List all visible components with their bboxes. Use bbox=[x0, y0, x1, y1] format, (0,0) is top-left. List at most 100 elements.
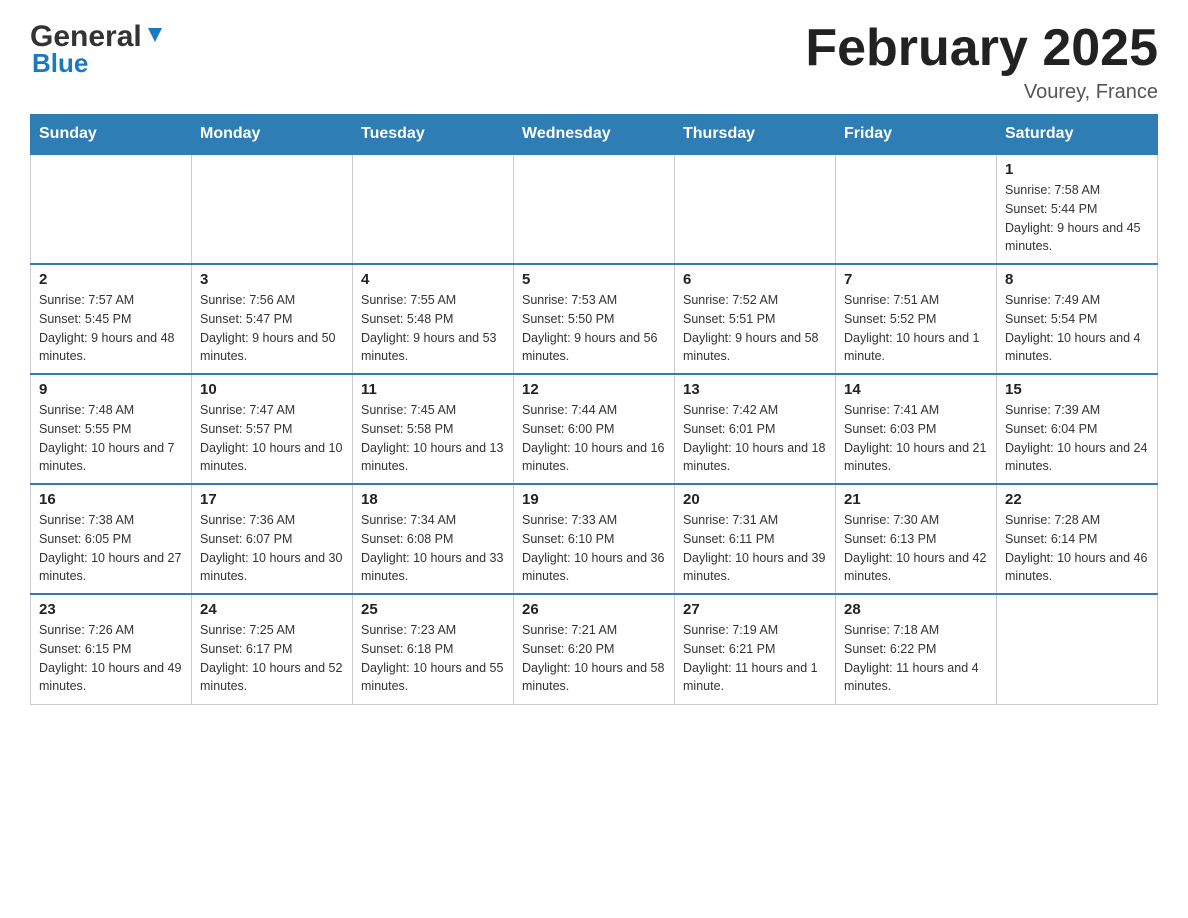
logo-triangle-icon bbox=[144, 24, 166, 46]
day-info: Sunrise: 7:30 AMSunset: 6:13 PMDaylight:… bbox=[844, 511, 988, 586]
day-info: Sunrise: 7:18 AMSunset: 6:22 PMDaylight:… bbox=[844, 621, 988, 696]
day-number: 26 bbox=[522, 601, 666, 618]
day-info: Sunrise: 7:34 AMSunset: 6:08 PMDaylight:… bbox=[361, 511, 505, 586]
day-number: 9 bbox=[39, 381, 183, 398]
day-info: Sunrise: 7:31 AMSunset: 6:11 PMDaylight:… bbox=[683, 511, 827, 586]
day-info: Sunrise: 7:56 AMSunset: 5:47 PMDaylight:… bbox=[200, 291, 344, 366]
calendar-header-wednesday: Wednesday bbox=[514, 115, 675, 155]
calendar-cell: 1 Sunrise: 7:58 AMSunset: 5:44 PMDaylight… bbox=[997, 154, 1158, 264]
calendar-cell: 23 Sunrise: 7:26 AMSunset: 6:15 PMDayligh… bbox=[31, 594, 192, 704]
calendar-week-row: 16 Sunrise: 7:38 AMSunset: 6:05 PMDayligh… bbox=[31, 484, 1158, 594]
day-number: 24 bbox=[200, 601, 344, 618]
calendar-cell: 9 Sunrise: 7:48 AMSunset: 5:55 PMDaylight… bbox=[31, 374, 192, 484]
day-number: 20 bbox=[683, 491, 827, 508]
calendar-week-row: 2Sunrise: 7:57 AMSunset: 5:45 PMDaylight… bbox=[31, 264, 1158, 374]
day-number: 16 bbox=[39, 491, 183, 508]
calendar-cell: 2Sunrise: 7:57 AMSunset: 5:45 PMDaylight… bbox=[31, 264, 192, 374]
calendar-cell: 3 Sunrise: 7:56 AMSunset: 5:47 PMDaylight… bbox=[192, 264, 353, 374]
calendar-cell: 26Sunrise: 7:21 AMSunset: 6:20 PMDayligh… bbox=[514, 594, 675, 704]
title-block: February 2025 Vourey, France bbox=[805, 20, 1158, 104]
calendar-cell: 28 Sunrise: 7:18 AMSunset: 6:22 PMDayligh… bbox=[836, 594, 997, 704]
calendar-cell bbox=[997, 594, 1158, 704]
calendar-header-monday: Monday bbox=[192, 115, 353, 155]
calendar-cell: 16 Sunrise: 7:38 AMSunset: 6:05 PMDayligh… bbox=[31, 484, 192, 594]
day-number: 3 bbox=[200, 271, 344, 288]
calendar-cell bbox=[353, 154, 514, 264]
calendar-cell: 25Sunrise: 7:23 AMSunset: 6:18 PMDayligh… bbox=[353, 594, 514, 704]
day-number: 19 bbox=[522, 491, 666, 508]
day-info: Sunrise: 7:19 AMSunset: 6:21 PMDaylight:… bbox=[683, 621, 827, 696]
day-number: 17 bbox=[200, 491, 344, 508]
day-number: 11 bbox=[361, 381, 505, 398]
day-number: 28 bbox=[844, 601, 988, 618]
calendar-cell bbox=[514, 154, 675, 264]
calendar-cell bbox=[836, 154, 997, 264]
day-info: Sunrise: 7:38 AMSunset: 6:05 PMDaylight:… bbox=[39, 511, 183, 586]
day-number: 15 bbox=[1005, 381, 1149, 398]
day-number: 23 bbox=[39, 601, 183, 618]
calendar-header-friday: Friday bbox=[836, 115, 997, 155]
calendar-cell: 15 Sunrise: 7:39 AMSunset: 6:04 PMDayligh… bbox=[997, 374, 1158, 484]
calendar-cell: 5 Sunrise: 7:53 AMSunset: 5:50 PMDaylight… bbox=[514, 264, 675, 374]
page-header: General Blue February 2025 Vourey, Franc… bbox=[30, 20, 1158, 104]
day-info: Sunrise: 7:48 AMSunset: 5:55 PMDaylight:… bbox=[39, 401, 183, 476]
day-info: Sunrise: 7:26 AMSunset: 6:15 PMDaylight:… bbox=[39, 621, 183, 696]
day-number: 7 bbox=[844, 271, 988, 288]
calendar-header-saturday: Saturday bbox=[997, 115, 1158, 155]
logo-blue-text: Blue bbox=[32, 48, 88, 79]
calendar-cell: 24 Sunrise: 7:25 AMSunset: 6:17 PMDayligh… bbox=[192, 594, 353, 704]
day-number: 25 bbox=[361, 601, 505, 618]
month-title: February 2025 bbox=[805, 20, 1158, 77]
calendar-cell bbox=[675, 154, 836, 264]
day-number: 6 bbox=[683, 271, 827, 288]
day-info: Sunrise: 7:55 AMSunset: 5:48 PMDaylight:… bbox=[361, 291, 505, 366]
day-info: Sunrise: 7:58 AMSunset: 5:44 PMDaylight:… bbox=[1005, 181, 1149, 256]
calendar-cell: 8Sunrise: 7:49 AMSunset: 5:54 PMDaylight… bbox=[997, 264, 1158, 374]
day-number: 13 bbox=[683, 381, 827, 398]
calendar-cell: 14 Sunrise: 7:41 AMSunset: 6:03 PMDayligh… bbox=[836, 374, 997, 484]
day-info: Sunrise: 7:52 AMSunset: 5:51 PMDaylight:… bbox=[683, 291, 827, 366]
calendar-cell: 4 Sunrise: 7:55 AMSunset: 5:48 PMDaylight… bbox=[353, 264, 514, 374]
day-info: Sunrise: 7:51 AMSunset: 5:52 PMDaylight:… bbox=[844, 291, 988, 366]
calendar-cell: 20 Sunrise: 7:31 AMSunset: 6:11 PMDayligh… bbox=[675, 484, 836, 594]
day-info: Sunrise: 7:57 AMSunset: 5:45 PMDaylight:… bbox=[39, 291, 183, 366]
day-number: 10 bbox=[200, 381, 344, 398]
calendar-cell bbox=[31, 154, 192, 264]
day-number: 4 bbox=[361, 271, 505, 288]
day-info: Sunrise: 7:39 AMSunset: 6:04 PMDaylight:… bbox=[1005, 401, 1149, 476]
calendar-cell: 19 Sunrise: 7:33 AMSunset: 6:10 PMDayligh… bbox=[514, 484, 675, 594]
calendar-header-sunday: Sunday bbox=[31, 115, 192, 155]
calendar-header-tuesday: Tuesday bbox=[353, 115, 514, 155]
calendar-week-row: 9 Sunrise: 7:48 AMSunset: 5:55 PMDaylight… bbox=[31, 374, 1158, 484]
day-info: Sunrise: 7:41 AMSunset: 6:03 PMDaylight:… bbox=[844, 401, 988, 476]
calendar-header-thursday: Thursday bbox=[675, 115, 836, 155]
day-info: Sunrise: 7:36 AMSunset: 6:07 PMDaylight:… bbox=[200, 511, 344, 586]
day-number: 5 bbox=[522, 271, 666, 288]
calendar-cell: 13Sunrise: 7:42 AMSunset: 6:01 PMDayligh… bbox=[675, 374, 836, 484]
calendar-table: SundayMondayTuesdayWednesdayThursdayFrid… bbox=[30, 114, 1158, 705]
calendar-cell: 11Sunrise: 7:45 AMSunset: 5:58 PMDayligh… bbox=[353, 374, 514, 484]
calendar-cell: 7 Sunrise: 7:51 AMSunset: 5:52 PMDaylight… bbox=[836, 264, 997, 374]
calendar-week-row: 1 Sunrise: 7:58 AMSunset: 5:44 PMDaylight… bbox=[31, 154, 1158, 264]
day-number: 27 bbox=[683, 601, 827, 618]
logo: General Blue bbox=[30, 20, 166, 79]
day-number: 14 bbox=[844, 381, 988, 398]
calendar-cell bbox=[192, 154, 353, 264]
calendar-cell: 18 Sunrise: 7:34 AMSunset: 6:08 PMDayligh… bbox=[353, 484, 514, 594]
calendar-cell: 12Sunrise: 7:44 AMSunset: 6:00 PMDayligh… bbox=[514, 374, 675, 484]
day-number: 22 bbox=[1005, 491, 1149, 508]
calendar-cell: 27 Sunrise: 7:19 AMSunset: 6:21 PMDayligh… bbox=[675, 594, 836, 704]
day-info: Sunrise: 7:33 AMSunset: 6:10 PMDaylight:… bbox=[522, 511, 666, 586]
calendar-header-row: SundayMondayTuesdayWednesdayThursdayFrid… bbox=[31, 115, 1158, 155]
day-number: 1 bbox=[1005, 161, 1149, 178]
day-info: Sunrise: 7:44 AMSunset: 6:00 PMDaylight:… bbox=[522, 401, 666, 476]
calendar-cell: 21Sunrise: 7:30 AMSunset: 6:13 PMDayligh… bbox=[836, 484, 997, 594]
location: Vourey, France bbox=[805, 81, 1158, 104]
day-info: Sunrise: 7:53 AMSunset: 5:50 PMDaylight:… bbox=[522, 291, 666, 366]
day-info: Sunrise: 7:25 AMSunset: 6:17 PMDaylight:… bbox=[200, 621, 344, 696]
calendar-cell: 22Sunrise: 7:28 AMSunset: 6:14 PMDayligh… bbox=[997, 484, 1158, 594]
day-info: Sunrise: 7:47 AMSunset: 5:57 PMDaylight:… bbox=[200, 401, 344, 476]
calendar-cell: 6 Sunrise: 7:52 AMSunset: 5:51 PMDaylight… bbox=[675, 264, 836, 374]
calendar-cell: 17 Sunrise: 7:36 AMSunset: 6:07 PMDayligh… bbox=[192, 484, 353, 594]
day-number: 18 bbox=[361, 491, 505, 508]
